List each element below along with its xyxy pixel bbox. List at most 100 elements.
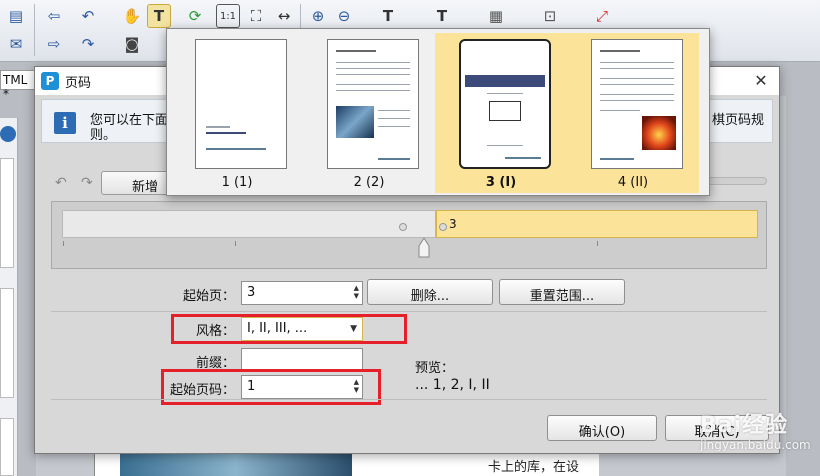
range-split-handle[interactable]	[418, 238, 430, 258]
thumbnail-page-3[interactable]: 3 (I)	[435, 33, 567, 193]
thumbnail-page-2[interactable]: 2 (2)	[303, 33, 435, 193]
rotate-icon[interactable]: ⟳	[183, 4, 207, 28]
thumb-image	[489, 101, 521, 121]
delete-button[interactable]: 删除...	[367, 279, 493, 305]
divider	[51, 311, 767, 312]
page-range-bar: 3	[51, 201, 767, 269]
divider	[51, 399, 767, 400]
app-logo-icon: P	[41, 72, 59, 90]
page-preview	[327, 39, 419, 169]
undo-icon[interactable]: ↶	[76, 4, 100, 28]
thumb-title-bar	[465, 75, 545, 87]
thumbnail-page-4[interactable]: 4 (II)	[567, 33, 699, 193]
add-text-icon[interactable]: T	[430, 4, 454, 28]
page-preview	[591, 39, 683, 169]
redo-icon[interactable]: ↷	[76, 32, 100, 56]
zoom-out-icon[interactable]: ⊖	[332, 4, 356, 28]
ok-button[interactable]: 确认(O)	[547, 415, 657, 441]
thumb-line	[600, 110, 640, 111]
zoom-in-icon[interactable]: ⊕	[306, 4, 330, 28]
range-start-label: 3	[449, 217, 457, 231]
watermark-text: Bai经验	[700, 413, 789, 438]
toolbar-separator	[34, 4, 35, 56]
thumb-line	[378, 118, 410, 119]
range-marker[interactable]	[399, 223, 407, 231]
email-icon[interactable]: ✉	[4, 32, 28, 56]
thumb-line	[600, 50, 640, 52]
info-icon: i	[54, 112, 76, 134]
thumb-line	[600, 158, 634, 160]
info-text: 棋页码规	[712, 113, 765, 128]
start-page-label: 起始页：	[182, 289, 235, 304]
undo-icon[interactable]: ↶	[55, 175, 67, 191]
back-icon[interactable]: ⇦	[42, 4, 66, 28]
range-segment-default[interactable]	[62, 210, 436, 246]
close-button[interactable]: ✕	[751, 71, 771, 90]
zoom-in-icon[interactable]	[0, 126, 16, 142]
forward-icon[interactable]: ⇨	[42, 32, 66, 56]
fit-width-icon[interactable]: ↔	[272, 4, 296, 28]
thumb-line	[487, 93, 523, 94]
thumb-line	[378, 126, 410, 127]
range-segment-selected[interactable]: 3	[436, 210, 758, 246]
thumb-line	[600, 100, 674, 101]
actual-size-icon[interactable]: 1:1	[216, 4, 240, 28]
start-page-value: 3	[247, 285, 256, 300]
thumbnail-label: 4 (II)	[617, 175, 649, 190]
thumb-line	[600, 94, 674, 95]
thumb-line	[206, 148, 266, 150]
thumb-line	[206, 132, 246, 134]
page-thumbnail[interactable]	[0, 288, 14, 398]
new-range-button[interactable]: 新增	[101, 171, 171, 195]
redo-icon[interactable]: ↷	[81, 175, 93, 191]
form-icon[interactable]: ▦	[484, 4, 508, 28]
spinner-arrows-icon[interactable]: ▲ ▼	[354, 284, 359, 300]
info-text: 则。	[90, 128, 117, 143]
document-text: 卡上的库，在设	[488, 460, 580, 475]
range-tick	[597, 241, 598, 246]
resize-icon[interactable]: ⤢	[590, 4, 614, 28]
range-tick	[235, 241, 236, 246]
thumb-line	[206, 126, 230, 128]
thumbnail-label: 3 (I)	[485, 175, 517, 190]
watermark-url: jingyan.baidu.com	[700, 438, 811, 452]
thumb-line	[336, 84, 410, 85]
thumb-image	[336, 106, 374, 138]
page-preview	[195, 39, 287, 169]
preview-label: 预览：	[415, 361, 455, 376]
left-thumbnail-panel	[0, 118, 18, 476]
thumb-line	[336, 68, 410, 69]
page-thumbnail-popup: 1 (1) 2 (2) 3 (I) 4 (II)	[166, 28, 710, 196]
snapshot-icon[interactable]: ⊡	[538, 4, 562, 28]
thumbnail-page-1[interactable]: 1 (1)	[171, 33, 303, 193]
thumb-line	[600, 84, 674, 85]
thumb-line	[378, 110, 410, 111]
text-select-icon[interactable]: T	[147, 4, 171, 28]
range-marker[interactable]	[439, 223, 447, 231]
document-tab[interactable]: TML *	[0, 70, 36, 101]
page-thumbnail[interactable]	[0, 158, 14, 268]
start-page-input[interactable]: 3 ▲ ▼	[241, 281, 363, 305]
thumb-line	[336, 50, 376, 52]
open-icon[interactable]: ▤	[4, 4, 28, 28]
hand-tool-icon[interactable]: ✋	[120, 4, 144, 28]
thumbnail-label: 2 (2)	[353, 175, 385, 190]
thumb-line	[505, 157, 541, 159]
reset-range-button[interactable]: 重置范围...	[499, 279, 625, 305]
thumb-line	[336, 62, 410, 63]
page-thumbnail[interactable]	[0, 418, 14, 476]
dialog-title: 页码	[65, 75, 92, 91]
camera-icon[interactable]: ◙	[120, 32, 144, 56]
thumb-line	[600, 78, 674, 79]
edit-text-icon[interactable]: T	[376, 4, 400, 28]
thumb-line	[487, 145, 523, 146]
thumb-line	[336, 90, 410, 91]
document-tab-label: TML *	[3, 73, 28, 101]
thumb-line	[336, 74, 410, 75]
fit-page-icon[interactable]: ⛶	[244, 4, 268, 28]
thumb-line	[600, 62, 674, 63]
thumb-line	[600, 68, 674, 69]
thumb-image	[642, 116, 676, 150]
thumb-line	[378, 158, 410, 160]
annotation-highlight-box	[171, 314, 407, 344]
